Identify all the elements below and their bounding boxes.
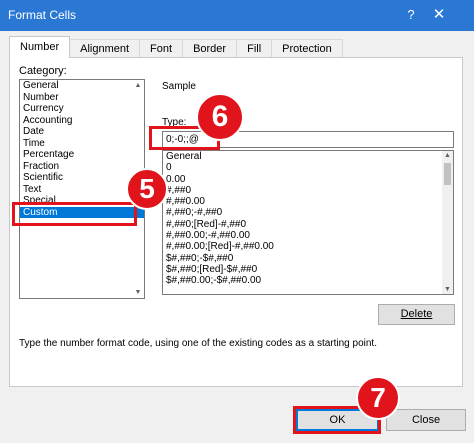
tab-number[interactable]: Number xyxy=(9,36,71,58)
format-code-item[interactable]: General xyxy=(163,151,453,162)
format-code-list[interactable]: General 0 0.00 #,##0 #,##0.00 #,##0;-#,#… xyxy=(162,150,454,295)
category-item-time[interactable]: Time xyxy=(20,138,144,150)
step-7-badge: 7 xyxy=(356,376,400,420)
delete-button[interactable]: Delete xyxy=(378,304,455,325)
format-list-scrollbar[interactable]: ▲ ▼ xyxy=(442,151,453,294)
format-code-item[interactable]: 0.00 xyxy=(163,174,453,185)
format-code-item[interactable]: #,##0;-#,##0 xyxy=(163,207,453,218)
close-icon[interactable]: ✕ xyxy=(431,5,447,23)
format-code-item[interactable]: #,##0.00;[Red]-#,##0.00 xyxy=(163,241,453,252)
scroll-up-arrow-icon[interactable]: ▲ xyxy=(442,152,453,159)
tab-border[interactable]: Border xyxy=(182,39,238,58)
format-code-item[interactable]: 0 xyxy=(163,162,453,173)
dialog-body: Number Alignment Font Border Fill Protec… xyxy=(0,31,474,443)
tab-strip: Number Alignment Font Border Fill Protec… xyxy=(9,36,343,58)
help-icon[interactable]: ? xyxy=(404,7,418,22)
close-button[interactable]: Close xyxy=(386,409,466,431)
step-6-badge: 6 xyxy=(196,93,244,141)
category-item-fraction[interactable]: Fraction xyxy=(20,161,144,173)
category-item-currency[interactable]: Currency xyxy=(20,103,144,115)
window-title: Format Cells xyxy=(8,8,77,22)
hint-text: Type the number format code, using one o… xyxy=(19,338,377,349)
title-bar: Format Cells ? ✕ xyxy=(0,0,474,31)
category-item-number[interactable]: Number xyxy=(20,92,144,104)
scrollbar-thumb[interactable] xyxy=(444,163,451,185)
format-code-item[interactable]: $#,##0.00;-$#,##0.00 xyxy=(163,275,453,286)
scroll-up-arrow-icon[interactable]: ▲ xyxy=(134,82,142,89)
format-code-item[interactable]: #,##0 xyxy=(163,185,453,196)
tab-alignment[interactable]: Alignment xyxy=(69,39,141,58)
tab-fill[interactable]: Fill xyxy=(236,39,273,58)
format-code-item[interactable]: $#,##0;-$#,##0 xyxy=(163,253,453,264)
category-item-date[interactable]: Date xyxy=(20,126,144,138)
category-item-general[interactable]: General xyxy=(20,80,144,92)
category-item-percentage[interactable]: Percentage xyxy=(20,149,144,161)
format-code-item[interactable]: #,##0;[Red]-#,##0 xyxy=(163,219,453,230)
scroll-down-arrow-icon[interactable]: ▼ xyxy=(134,289,142,296)
category-item-accounting[interactable]: Accounting xyxy=(20,115,144,127)
format-code-item[interactable]: $#,##0;[Red]-$#,##0 xyxy=(163,264,453,275)
tab-font[interactable]: Font xyxy=(139,39,184,58)
category-label: Category: xyxy=(19,65,67,77)
delete-button-label: Delete xyxy=(400,308,433,320)
format-code-item[interactable]: #,##0.00 xyxy=(163,196,453,207)
tab-protection[interactable]: Protection xyxy=(271,39,343,58)
category-item-scientific[interactable]: Scientific xyxy=(20,172,144,184)
step-5-badge: 5 xyxy=(126,168,168,210)
format-code-item[interactable]: #,##0.00;-#,##0.00 xyxy=(163,230,453,241)
sample-label: Sample xyxy=(162,81,196,92)
scroll-down-arrow-icon[interactable]: ▼ xyxy=(442,286,453,293)
custom-highlight-box xyxy=(12,202,137,226)
